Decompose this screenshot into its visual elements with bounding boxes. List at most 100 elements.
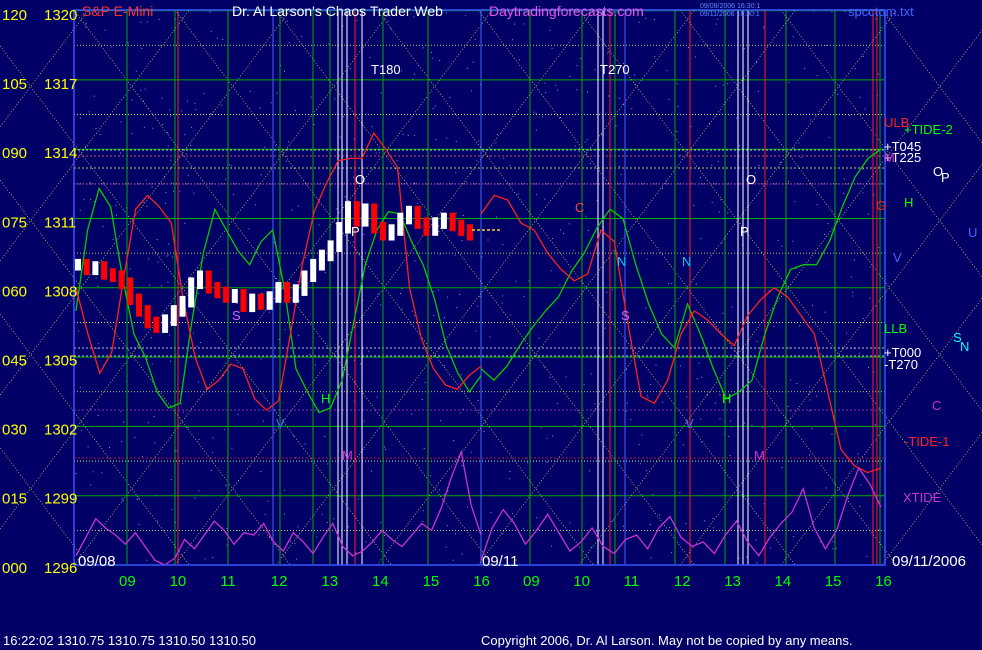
star-dot (646, 470, 648, 472)
price-bar (83, 258, 90, 276)
price-bar (353, 201, 360, 227)
star-dot (631, 108, 633, 110)
star-dot (328, 43, 330, 45)
star-dot (198, 381, 200, 383)
star-dot (495, 142, 497, 144)
star-dot (792, 240, 794, 242)
star-dot (171, 256, 173, 258)
star-dot (777, 239, 779, 241)
star-dot (780, 162, 782, 164)
star-dot (825, 487, 827, 489)
star-dot (572, 249, 574, 251)
star-dot (95, 277, 97, 279)
star-dot (574, 145, 576, 147)
star-dot (552, 435, 554, 437)
planet-letter: H (722, 391, 731, 406)
star-dot (295, 110, 296, 112)
star-dot (589, 470, 591, 472)
right-legend-label: N (960, 339, 969, 354)
star-dot (619, 97, 620, 99)
star-dot (522, 528, 524, 530)
star-dot (167, 145, 169, 147)
star-dot (344, 196, 346, 198)
star-dot (160, 285, 162, 287)
quote-line: 16:22:02 1310.75 1310.75 1310.50 1310.50 (3, 633, 256, 648)
star-dot (646, 258, 648, 260)
star-dot (365, 541, 367, 543)
star-dot (99, 133, 101, 135)
star-dot (790, 379, 792, 381)
star-dot (479, 295, 481, 297)
star-dot (773, 326, 775, 328)
star-dot (111, 46, 113, 48)
star-dot (837, 93, 839, 95)
star-dot (229, 164, 230, 166)
star-dot (744, 422, 745, 424)
star-dot (809, 399, 811, 401)
star-dot (700, 238, 702, 240)
price-bar (388, 224, 395, 241)
star-dot (300, 35, 302, 37)
star-dot (509, 471, 511, 473)
star-dot (310, 96, 312, 98)
star-dot (88, 111, 90, 113)
star-dot (465, 181, 467, 183)
star-dot (676, 131, 678, 132)
star-dot (608, 51, 610, 53)
planet-letter: O (355, 172, 365, 187)
y-left-label: 045 (2, 353, 27, 370)
star-dot (578, 151, 580, 153)
star-dot (844, 429, 846, 431)
star-dot (248, 228, 250, 230)
star-dot (509, 164, 511, 166)
star-dot (223, 428, 225, 430)
star-dot (559, 284, 561, 286)
star-dot (204, 558, 206, 560)
star-dot (798, 142, 800, 144)
star-dot (96, 348, 98, 349)
star-dot (286, 160, 288, 162)
star-dot (866, 555, 868, 557)
star-dot (162, 124, 164, 125)
price-bar (414, 205, 421, 229)
star-dot (594, 69, 596, 71)
star-dot (819, 541, 821, 543)
star-dot (816, 204, 818, 206)
y-left-label: 015 (2, 491, 27, 508)
star-dot (297, 281, 299, 283)
star-dot (707, 151, 709, 153)
star-dot (80, 429, 82, 431)
price-bar (257, 293, 264, 310)
star-dot (286, 20, 288, 22)
price-bar (379, 222, 386, 241)
star-dot (476, 305, 478, 307)
star-dot (746, 556, 748, 558)
price-bar (144, 305, 151, 329)
star-dot (685, 523, 687, 525)
star-dot (433, 315, 435, 316)
star-dot (800, 156, 802, 158)
star-dot (198, 490, 200, 492)
star-dot (827, 223, 829, 225)
right-legend-label: XTIDE (903, 490, 942, 505)
planet-letter: S (621, 308, 630, 323)
star-dot (793, 147, 795, 149)
star-dot (756, 562, 758, 564)
star-dot (185, 153, 187, 155)
star-dot (368, 351, 370, 353)
star-dot (470, 173, 472, 174)
star-dot (514, 23, 516, 25)
x-hour-label: 14 (372, 573, 389, 590)
star-dot (75, 472, 77, 474)
star-dot (607, 52, 609, 54)
star-dot (210, 30, 212, 32)
price-bar (371, 203, 378, 234)
x-hour-label: 10 (573, 573, 590, 590)
star-dot (878, 247, 880, 249)
star-dot (193, 332, 194, 334)
star-dot (739, 145, 741, 147)
star-dot (109, 447, 110, 448)
star-dot (422, 47, 424, 49)
star-dot (538, 337, 540, 339)
price-bar (101, 261, 108, 280)
